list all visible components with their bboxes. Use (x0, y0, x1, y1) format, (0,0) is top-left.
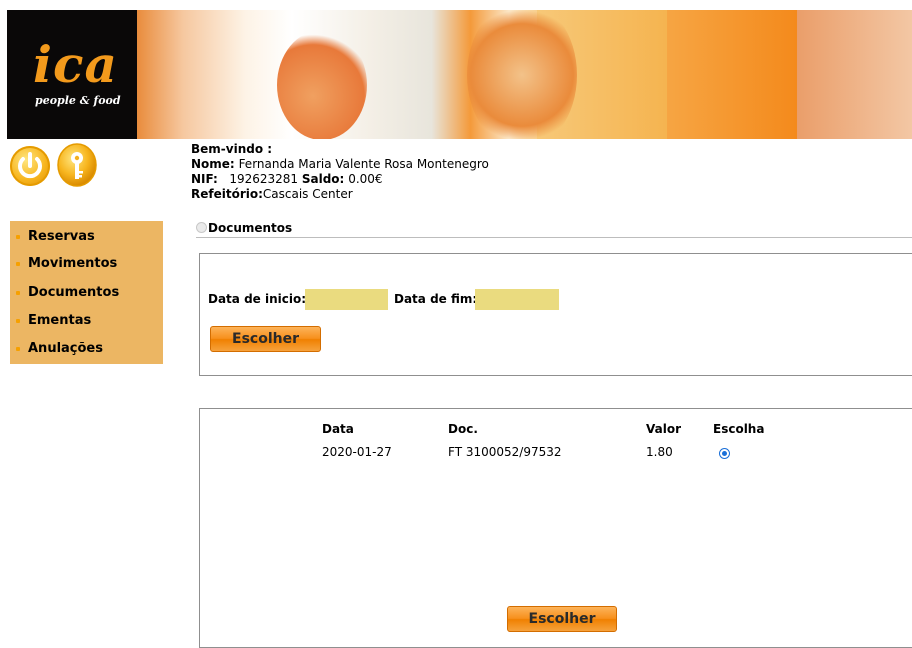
sidebar-item-label: Anulações (28, 341, 103, 356)
cell-doc: FT 3100052/97532 (448, 445, 562, 459)
bullet-icon (16, 346, 20, 351)
power-icon[interactable] (10, 146, 50, 186)
bullet-icon (16, 234, 20, 239)
column-header-valor: Valor (646, 422, 682, 436)
key-icon[interactable] (56, 143, 98, 188)
bullet-icon (16, 318, 20, 323)
end-date-input[interactable] (475, 289, 559, 310)
sidebar-item-label: Ementas (28, 313, 92, 328)
start-date-label: Data de inicio: (208, 292, 307, 306)
column-header-escolha: Escolha (713, 422, 765, 436)
sidebar-item-label: Documentos (28, 285, 120, 300)
section-radio-icon (196, 222, 207, 233)
section-title-text: Documentos (208, 221, 293, 235)
date-filter-panel (199, 253, 912, 376)
sidebar-item-label: Movimentos (28, 256, 118, 271)
refeitorio-label: Refeitório: (191, 187, 263, 201)
sidebar-item-anulacoes[interactable]: Anulações (16, 341, 103, 356)
bullet-icon (16, 290, 20, 295)
saldo-label: Saldo: (301, 172, 345, 186)
logo: ica people & food (7, 10, 137, 139)
header-photo (137, 10, 912, 139)
sidebar-item-reservas[interactable]: Reservas (16, 229, 95, 244)
section-title: Documentos (196, 221, 292, 235)
welcome-panel: Bem-vindo : Nome: Fernanda Maria Valente… (191, 142, 489, 202)
saldo-value: 0.00€ (348, 172, 383, 186)
results-submit-button[interactable]: Escolher (507, 606, 617, 632)
name-label: Nome: (191, 157, 235, 171)
sidebar-item-ementas[interactable]: Ementas (16, 313, 91, 328)
column-header-doc: Doc. (448, 422, 478, 436)
start-date-input[interactable] (305, 289, 388, 310)
sidebar-item-documentos[interactable]: Documentos (16, 285, 119, 300)
sidebar-item-movimentos[interactable]: Movimentos (16, 256, 117, 271)
welcome-greeting: Bem-vindo : (191, 142, 273, 156)
nif-value: 192623281 (229, 172, 299, 186)
logo-tagline: people & food (35, 94, 121, 107)
section-divider (196, 237, 912, 238)
filter-submit-button[interactable]: Escolher (210, 326, 321, 352)
sidebar-menu: Reservas Movimentos Documentos Ementas A… (10, 221, 163, 364)
end-date-label: Data de fim: (394, 292, 478, 306)
refeitorio-value: Cascais Center (262, 187, 353, 201)
cell-data: 2020-01-27 (322, 445, 392, 459)
column-header-data: Data (322, 422, 354, 436)
nif-label: NIF: (191, 172, 218, 186)
cell-valor: 1.80 (646, 445, 673, 459)
logo-text: ica (33, 35, 118, 94)
row-select-radio[interactable] (719, 448, 730, 459)
bullet-icon (16, 261, 20, 266)
sidebar-item-label: Reservas (28, 229, 95, 244)
header-banner: ica people & food (7, 10, 912, 139)
name-value: Fernanda Maria Valente Rosa Montenegro (238, 157, 489, 171)
